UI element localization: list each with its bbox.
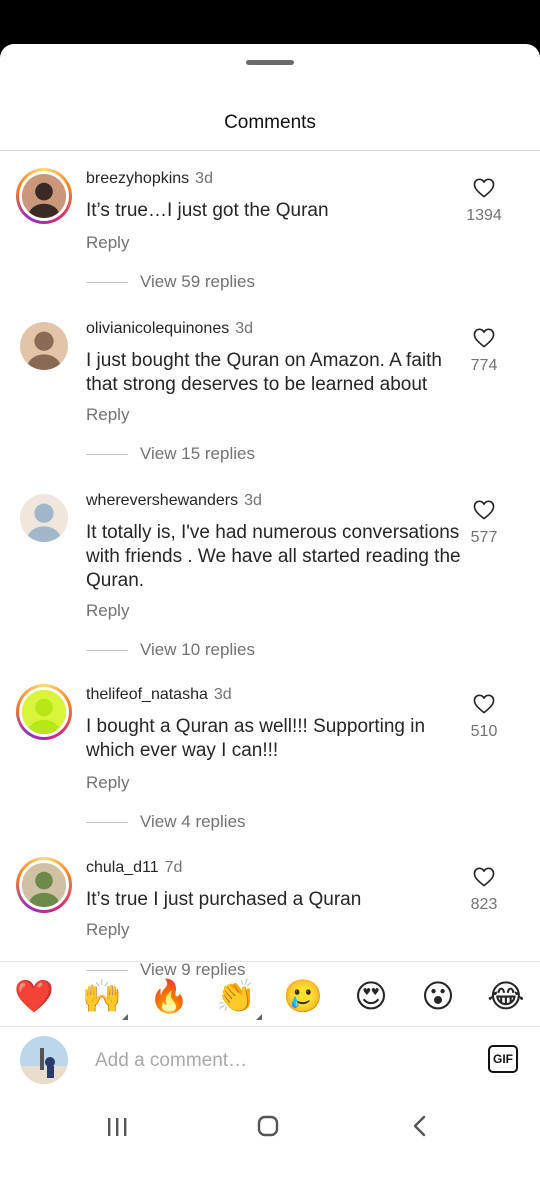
commenter-avatar[interactable] [16, 168, 72, 224]
smiling-tear-emoji-button[interactable]: 🥲 [283, 976, 323, 1016]
comment-text: It’s true I just purchased a Quran [86, 889, 362, 910]
red-heart-icon: ❤️ [14, 977, 54, 1015]
replies-line [86, 454, 128, 456]
commenter-avatar[interactable] [16, 684, 72, 740]
like-button[interactable]: 774 [454, 328, 514, 375]
reply-button[interactable]: Reply [86, 233, 129, 253]
comment-input[interactable] [95, 1048, 455, 1074]
reply-button[interactable]: Reply [86, 405, 129, 425]
sheet-title: Comments [224, 112, 316, 133]
view-replies-button[interactable]: View 10 replies [86, 640, 255, 660]
view-replies-label: View 10 replies [140, 640, 255, 659]
like-button[interactable]: 1394 [454, 178, 514, 225]
like-count: 1394 [466, 207, 502, 224]
commenter-avatar[interactable] [16, 490, 72, 546]
raising-hands-emoji-button[interactable]: 🙌 [82, 976, 128, 1020]
like-button[interactable]: 510 [454, 694, 514, 741]
comment-time: 3d [195, 170, 213, 187]
comment-text: It’s true…I just got the Quran [86, 200, 329, 221]
drag-handle[interactable] [246, 60, 294, 65]
tears-of-joy-emoji-button[interactable]: 😂 [486, 976, 526, 1016]
view-replies-label: View 15 replies [140, 444, 255, 463]
like-button[interactable]: 577 [454, 500, 514, 547]
like-button[interactable]: 823 [454, 867, 514, 914]
view-replies-label: View 4 replies [140, 812, 246, 831]
like-count: 577 [470, 529, 498, 546]
heart-outline-icon [473, 500, 495, 524]
comment-text: I just bought the Quran on Amazon. A fai… [86, 350, 442, 395]
comment-username[interactable]: wherevershewanders [86, 492, 238, 509]
comment-time: 7d [164, 859, 183, 876]
current-user-avatar [20, 1036, 68, 1084]
comment-username[interactable]: thelifeof_natasha [86, 686, 208, 703]
heart-eyes-emoji-button[interactable]: 😍 [351, 976, 391, 1016]
clapping-hands-emoji-button[interactable]: 👏 [216, 976, 262, 1020]
comment-username[interactable]: olivianicolequinones [86, 320, 229, 337]
view-replies-button[interactable]: View 15 replies [86, 444, 255, 464]
replies-line [86, 282, 128, 284]
home-icon[interactable] [248, 1112, 288, 1140]
fire-icon: 🔥 [149, 977, 189, 1015]
open-mouth-icon: 😮 [421, 977, 455, 1015]
comment-username[interactable]: chula_d11 [86, 859, 159, 876]
like-count: 823 [470, 896, 498, 913]
commenter-avatar[interactable] [16, 318, 72, 374]
comment-time: 3d [235, 320, 254, 337]
view-replies-button[interactable]: View 4 replies [86, 812, 246, 832]
heart-outline-icon [473, 867, 495, 891]
heart-outline-icon [473, 694, 495, 718]
reply-button[interactable]: Reply [86, 773, 129, 793]
comment-time: 3d [213, 686, 232, 703]
comment-time: 3d [244, 492, 262, 509]
title-divider [0, 150, 540, 151]
emoji-reaction-bar: ❤️ 🙌 🔥 👏 🥲 😍 😮 😂 [0, 968, 540, 1024]
gif-button[interactable]: GIF [488, 1045, 518, 1073]
comment-text: It totally is, I've had numerous convers… [86, 522, 461, 591]
heart-outline-icon [473, 178, 495, 202]
variant-indicator-icon [256, 1014, 262, 1020]
open-mouth-emoji-button[interactable]: 😮 [418, 976, 458, 1016]
composer-divider [0, 1026, 540, 1027]
raising-hands-icon: 🙌 [82, 977, 122, 1015]
commenter-avatar[interactable] [16, 857, 72, 913]
heart-outline-icon [473, 328, 495, 352]
heart-eyes-icon: 😍 [354, 977, 388, 1015]
view-replies-button[interactable]: View 59 replies [86, 272, 255, 292]
reply-button[interactable]: Reply [86, 601, 129, 621]
like-count: 510 [470, 723, 498, 740]
comment-username[interactable]: breezyhopkins [86, 170, 189, 187]
red-heart-emoji-button[interactable]: ❤️ [14, 976, 54, 1016]
replies-line [86, 650, 128, 652]
back-icon[interactable] [400, 1112, 440, 1140]
view-replies-label: View 59 replies [140, 272, 255, 291]
smiling-tear-icon: 🥲 [283, 977, 323, 1015]
tears-of-joy-icon: 😂 [487, 977, 525, 1015]
replies-line [86, 822, 128, 824]
variant-indicator-icon [122, 1014, 128, 1020]
system-nav-bar [0, 1100, 540, 1156]
fire-emoji-button[interactable]: 🔥 [149, 976, 189, 1016]
reply-button[interactable]: Reply [86, 920, 129, 940]
emoji-divider [0, 961, 540, 962]
recents-icon[interactable] [97, 1112, 137, 1140]
comment-text: I bought a Quran as well!!! Supporting i… [86, 716, 426, 761]
like-count: 774 [470, 357, 498, 374]
clapping-hands-icon: 👏 [216, 977, 256, 1015]
